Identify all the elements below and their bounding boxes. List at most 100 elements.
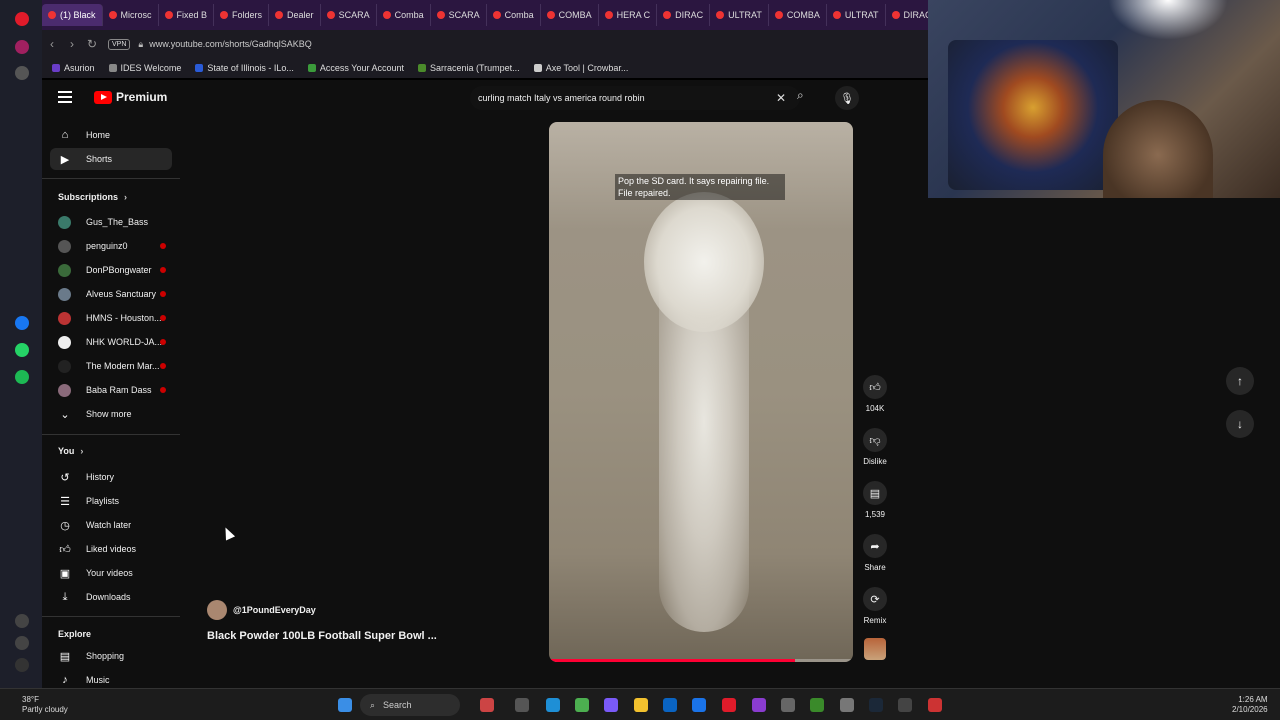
show-more-button[interactable]: ⌄ Show more (50, 403, 172, 425)
browser-tab[interactable]: Fixed B (159, 4, 215, 26)
windows-start-icon[interactable] (338, 698, 352, 712)
settings-icon[interactable] (840, 698, 854, 712)
app2-icon[interactable] (898, 698, 912, 712)
subscription-item[interactable]: Alveus Sanctuary (50, 283, 172, 305)
clear-icon[interactable]: ✕ (776, 91, 786, 105)
browser-tab[interactable]: SCARA (431, 4, 487, 26)
app-icon[interactable] (781, 698, 795, 712)
whatsapp-icon[interactable] (15, 343, 29, 357)
outlook-icon[interactable] (663, 698, 677, 712)
widgets-icon[interactable] (480, 698, 494, 712)
short-video-player[interactable]: Pop the SD card. It says repairing file.… (549, 122, 853, 662)
sidebar-item[interactable]: ◷ Watch later (50, 514, 172, 536)
subscription-item[interactable]: The Modern Mar... (50, 355, 172, 377)
share-action[interactable]: ➦ Share (860, 534, 890, 572)
star-icon[interactable] (15, 66, 29, 80)
sidebar-item[interactable]: ▶ Shorts (50, 148, 172, 170)
browser-tab[interactable]: Folders (214, 4, 270, 26)
forward-icon[interactable]: › (62, 37, 82, 51)
subscription-item[interactable]: Baba Ram Dass (50, 379, 172, 401)
sidebar-item[interactable]: ↺ History (50, 466, 172, 488)
subscription-item[interactable]: NHK WORLD-JA... (50, 331, 172, 353)
sidebar-item[interactable]: ▤ Shopping (50, 645, 172, 667)
opera-gx-icon[interactable] (752, 698, 766, 712)
steam-icon[interactable] (869, 698, 883, 712)
messenger-icon[interactable] (15, 316, 29, 330)
store-icon[interactable] (692, 698, 706, 712)
browser-tab[interactable]: ULTRAT (710, 4, 769, 26)
bookmark-item[interactable]: Access Your Account (307, 63, 404, 73)
xbox-icon[interactable] (810, 698, 824, 712)
browser-tab[interactable]: Comba (487, 4, 541, 26)
channel-name[interactable]: @1PoundEveryDay (233, 605, 316, 615)
you-header[interactable]: You › (58, 446, 83, 456)
back-icon[interactable]: ‹ (42, 37, 62, 51)
channel-avatar[interactable] (207, 600, 227, 620)
weather-widget[interactable]: 38°F Partly cloudy (22, 695, 68, 715)
share-icon[interactable]: ➦ (863, 534, 887, 558)
reload-icon[interactable]: ↻ (82, 37, 102, 51)
browser-tab[interactable]: COMBA (769, 4, 827, 26)
home-icon[interactable] (15, 40, 29, 54)
browser-tab[interactable]: (1) Black (42, 4, 103, 26)
browser-tab[interactable]: Microsc (103, 4, 159, 26)
more-icon[interactable] (15, 658, 29, 672)
bookmark-item[interactable]: Asurion (52, 63, 95, 73)
sidebar-item[interactable]: 👍︎ Liked videos (50, 538, 172, 560)
remix-action[interactable]: ⟳ Remix (860, 587, 890, 625)
browser-tab[interactable]: HERA C (599, 4, 658, 26)
sidebar-item[interactable]: ▣ Your videos (50, 562, 172, 584)
heart-icon[interactable] (15, 614, 29, 628)
browser-tab[interactable]: COMBA (541, 4, 599, 26)
app3-icon[interactable] (928, 698, 942, 712)
menu-icon[interactable] (58, 91, 72, 103)
copilot-icon[interactable] (604, 698, 618, 712)
browser-tab[interactable]: DIRAC (886, 4, 928, 26)
bookmark-item[interactable]: Sarracenia (Trumpet... (417, 63, 520, 73)
search-input[interactable]: curling match Italy vs america round rob… (470, 86, 800, 110)
opera-icon[interactable] (722, 698, 736, 712)
bookmark-item[interactable]: IDES Welcome (108, 63, 181, 73)
subscriptions-header[interactable]: Subscriptions › (58, 192, 127, 202)
browser-tab[interactable]: DIRAC (657, 4, 711, 26)
vpn-badge[interactable]: VPN (108, 38, 131, 50)
task-view-icon[interactable] (515, 698, 529, 712)
thumbs-up-icon[interactable]: 👍︎ (863, 375, 887, 399)
like-action[interactable]: 👍︎ 104K (860, 375, 890, 413)
taskbar-search[interactable]: ⌕ Search (360, 694, 460, 716)
sound-thumbnail[interactable] (864, 638, 886, 660)
previous-short-button[interactable]: ↑ (1226, 367, 1254, 395)
subscription-item[interactable]: penguinz0 (50, 235, 172, 257)
bookmark-item[interactable]: State of Illinois - ILo... (195, 63, 294, 73)
thumbs-down-icon[interactable]: 👎︎ (863, 428, 887, 452)
sidebar-item[interactable]: ⤓ Downloads (50, 586, 172, 608)
subscription-item[interactable]: Gus_The_Bass (50, 211, 172, 233)
youtube-logo[interactable]: Premium (58, 90, 167, 104)
system-clock[interactable]: 1:26 AM 2/10/2026 (1232, 695, 1268, 715)
browser-tab[interactable]: ULTRAT (827, 4, 886, 26)
video-progress-bar[interactable] (549, 659, 853, 662)
bookmark-item[interactable]: Axe Tool | Crowbar... (533, 63, 628, 73)
comments-action[interactable]: ▤ 1,539 (860, 481, 890, 519)
chrome-icon[interactable] (575, 698, 589, 712)
search-icon[interactable]: ⌕ (797, 88, 817, 108)
lock-icon[interactable]: 🔒︎ (138, 39, 143, 50)
next-short-button[interactable]: ↓ (1226, 410, 1254, 438)
history-clock-icon[interactable] (15, 636, 29, 650)
dislike-action[interactable]: 👎︎ Dislike (860, 428, 890, 466)
spotify-icon[interactable] (15, 370, 29, 384)
microphone-icon[interactable]: 🎙︎ (835, 86, 859, 110)
url-field[interactable]: www.youtube.com/shorts/GadhqlSAKBQ (149, 39, 312, 49)
short-title[interactable]: Black Powder 100LB Football Super Bowl .… (207, 630, 437, 642)
browser-tab[interactable]: Dealer (269, 4, 321, 26)
browser-tab[interactable]: Comba (377, 4, 431, 26)
channel-info[interactable]: @1PoundEveryDay (207, 600, 316, 620)
browser-tab[interactable]: SCARA (321, 4, 377, 26)
subscription-item[interactable]: DonPBongwater (50, 259, 172, 281)
file-explorer-icon[interactable] (634, 698, 648, 712)
comment-icon[interactable]: ▤ (863, 481, 887, 505)
sidebar-item[interactable]: ☰ Playlists (50, 490, 172, 512)
sidebar-item[interactable]: ⌂ Home (50, 124, 172, 146)
opera-logo-icon[interactable] (15, 12, 29, 26)
remix-icon[interactable]: ⟳ (863, 587, 887, 611)
